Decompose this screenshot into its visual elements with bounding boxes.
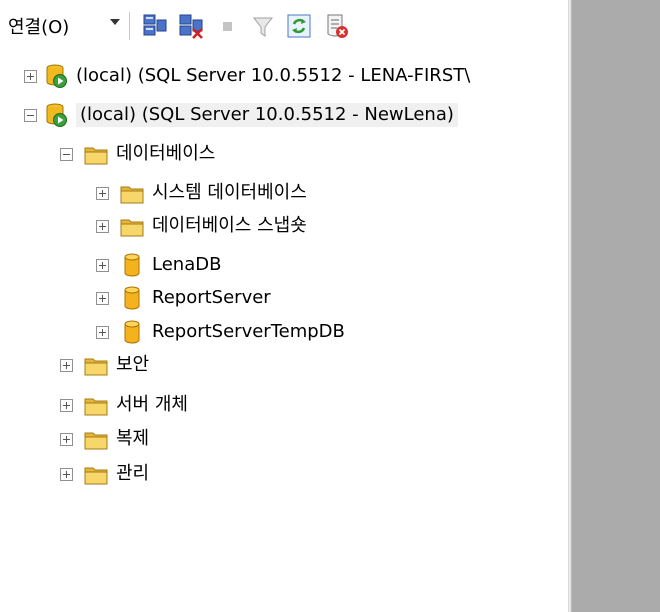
tree-node-database-snapshots[interactable]: 데이터베이스 스냅숏 xyxy=(0,211,568,243)
replication-label: 복제 xyxy=(116,428,150,449)
folder-icon xyxy=(84,145,108,165)
tree-node-server-2[interactable]: (local) (SQL Server 10.0.5512 - NewLena) xyxy=(0,100,568,132)
db-reportserver-label: ReportServer xyxy=(152,287,271,308)
folder-icon xyxy=(120,217,144,237)
toolbar-separator xyxy=(129,12,130,40)
management-label: 관리 xyxy=(116,463,150,484)
expand-plus-icon[interactable] xyxy=(60,468,73,481)
security-label: 보안 xyxy=(116,354,150,375)
folder-icon xyxy=(84,465,108,485)
databases-label: 데이터베이스 xyxy=(116,143,216,164)
expand-plus-icon[interactable] xyxy=(96,220,109,233)
folder-icon xyxy=(84,356,108,376)
db-lenadb-label: LenaDB xyxy=(152,254,222,275)
tree-node-server-objects[interactable]: 서버 개체 xyxy=(0,390,568,422)
tree-node-replication[interactable]: 복제 xyxy=(0,424,568,456)
tree-node-db-reportserver[interactable]: ReportServer xyxy=(0,283,568,315)
expand-plus-icon[interactable] xyxy=(60,359,73,372)
tree-node-db-lenadb[interactable]: LenaDB xyxy=(0,250,568,282)
system-databases-label: 시스템 데이터베이스 xyxy=(152,182,307,203)
server-objects-label: 서버 개체 xyxy=(116,394,188,415)
sql-server-icon xyxy=(46,103,68,127)
expand-plus-icon[interactable] xyxy=(96,187,109,200)
document-area xyxy=(572,0,660,612)
tree-node-db-reportservertempdb[interactable]: ReportServerTempDB xyxy=(0,317,568,349)
server-2-label: (local) (SQL Server 10.0.5512 - NewLena) xyxy=(76,103,458,127)
connect-dropdown-arrow-icon[interactable] xyxy=(110,19,120,25)
database-snapshots-label: 데이터베이스 스냅숏 xyxy=(152,215,307,236)
expand-plus-icon[interactable] xyxy=(96,292,109,305)
folder-icon xyxy=(84,430,108,450)
collapse-minus-icon[interactable] xyxy=(24,109,37,122)
filter-icon[interactable] xyxy=(249,12,277,40)
connect-dropdown-label[interactable]: 연결(O) xyxy=(8,13,69,39)
folder-icon xyxy=(84,396,108,416)
expand-plus-icon[interactable] xyxy=(60,399,73,412)
expand-plus-icon[interactable] xyxy=(96,326,109,339)
tree-node-system-databases[interactable]: 시스템 데이터베이스 xyxy=(0,178,568,210)
refresh-icon[interactable] xyxy=(285,12,313,40)
expand-plus-icon[interactable] xyxy=(24,70,37,83)
database-icon xyxy=(124,253,140,277)
tree-node-security[interactable]: 보안 xyxy=(0,350,568,382)
sql-server-icon xyxy=(46,64,68,88)
db-reportservertempdb-label: ReportServerTempDB xyxy=(152,321,345,342)
connect-object-explorer-icon[interactable] xyxy=(141,12,169,40)
expand-plus-icon[interactable] xyxy=(96,259,109,272)
tree-node-server-1[interactable]: (local) (SQL Server 10.0.5512 - LENA-FIR… xyxy=(0,61,568,93)
object-explorer-panel: 연결(O) (local) (SQL Server 10.0.5512 - LE… xyxy=(0,0,568,612)
folder-icon xyxy=(120,184,144,204)
tree-node-databases[interactable]: 데이터베이스 xyxy=(0,139,568,171)
expand-plus-icon[interactable] xyxy=(60,433,73,446)
database-icon xyxy=(124,320,140,344)
server-1-label: (local) (SQL Server 10.0.5512 - LENA-FIR… xyxy=(76,65,471,86)
collapse-minus-icon[interactable] xyxy=(60,148,73,161)
object-explorer-toolbar: 연결(O) xyxy=(0,0,568,52)
disconnect-icon[interactable] xyxy=(177,12,205,40)
summary-report-icon[interactable] xyxy=(322,12,350,40)
database-icon xyxy=(124,286,140,310)
tree-node-management[interactable]: 관리 xyxy=(0,459,568,491)
stop-icon[interactable] xyxy=(213,12,241,40)
